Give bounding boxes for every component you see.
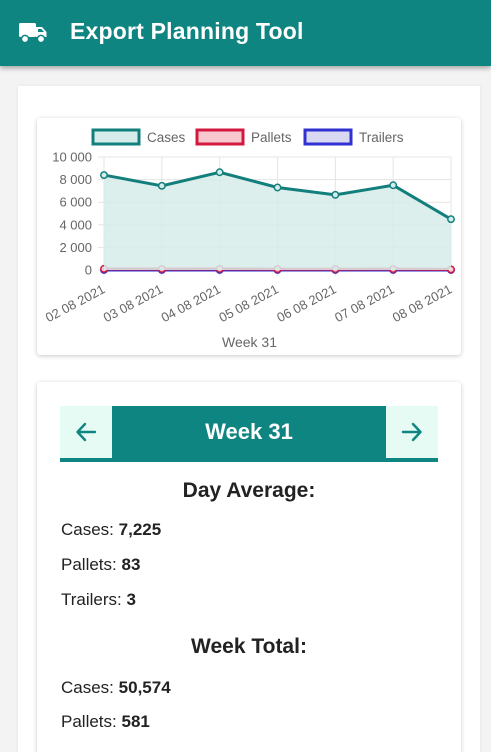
cases-pallets-trailers-chart: 10 000 8 000 6 000 4 000 2 000 0 02 08 202103 … (43, 128, 455, 350)
week-label: Week 31 (112, 406, 386, 458)
data-point (447, 215, 455, 224)
x-tick-label: 06 08 2021 (274, 281, 339, 325)
next-week-button[interactable] (386, 406, 438, 458)
week-total-cases-value: 50,574 (118, 678, 171, 697)
week-navigator-underline (60, 458, 438, 462)
arrow-right-icon (401, 422, 422, 442)
legend-swatch (303, 128, 353, 146)
legend-swatch (91, 128, 141, 146)
day-average-trailers-label: Trailers: (61, 590, 122, 609)
day-average-cases: Cases: 7,225 (61, 520, 161, 540)
week-navigator: Week 31 (60, 406, 438, 462)
day-average-pallets-label: Pallets: (61, 555, 117, 574)
week-total-pallets-value: 581 (121, 712, 150, 731)
app-title: Export Planning Tool (70, 18, 304, 44)
data-point (389, 181, 398, 190)
day-average-cases-value: 7,225 (118, 520, 162, 539)
day-average-cases-label: Cases: (61, 520, 114, 539)
chart-card: 10 000 8 000 6 000 4 000 2 000 0 02 08 2021 03 … (37, 118, 461, 355)
week-total-pallets-label: Pallets: (61, 712, 117, 731)
y-tick-label: 8 000 (59, 172, 92, 187)
week-total-pallets: Pallets: 581 (61, 712, 150, 732)
app-bar: Export Planning Tool (0, 0, 491, 66)
previous-week-button[interactable] (60, 406, 112, 458)
x-tick-label: 03 08 2021 (101, 281, 166, 325)
y-tick-label: 10 000 (52, 150, 92, 165)
data-point (157, 181, 166, 190)
day-average-trailers: Trailers: 3 (61, 590, 136, 610)
legend-label: Cases (147, 130, 186, 145)
legend-label: Pallets (251, 130, 292, 145)
x-tick-label: 07 08 2021 (332, 281, 397, 325)
x-tick-label: 02 08 2021 (43, 281, 108, 325)
legend-label: Trailers (359, 130, 404, 145)
y-tick-label: 6 000 (59, 195, 92, 210)
week-total-cases: Cases: 50,574 (61, 678, 171, 698)
y-tick-label: 0 (85, 263, 92, 278)
truck-icon (19, 23, 47, 44)
week-total-heading: Week Total: (191, 635, 307, 658)
arrow-left-icon (76, 422, 97, 442)
y-tick-label: 4 000 (59, 217, 92, 232)
data-point (215, 168, 224, 177)
x-axis-label: Week 31 (222, 334, 277, 350)
week-total-cases-label: Cases: (61, 678, 114, 697)
day-average-pallets-value: 83 (121, 555, 141, 574)
data-point (273, 183, 282, 192)
data-point (100, 171, 108, 180)
day-average-heading: Day Average: (182, 479, 316, 502)
data-point (331, 190, 340, 199)
x-tick-label: 04 08 2021 (159, 281, 224, 325)
day-average-trailers-value: 3 (126, 590, 136, 609)
x-tick-label: 05 08 2021 (216, 281, 281, 325)
x-tick-label: 08 08 2021 (390, 281, 455, 325)
y-tick-label: 2 000 (59, 240, 92, 255)
legend-swatch (195, 128, 245, 146)
day-average-pallets: Pallets: 83 (61, 555, 140, 575)
